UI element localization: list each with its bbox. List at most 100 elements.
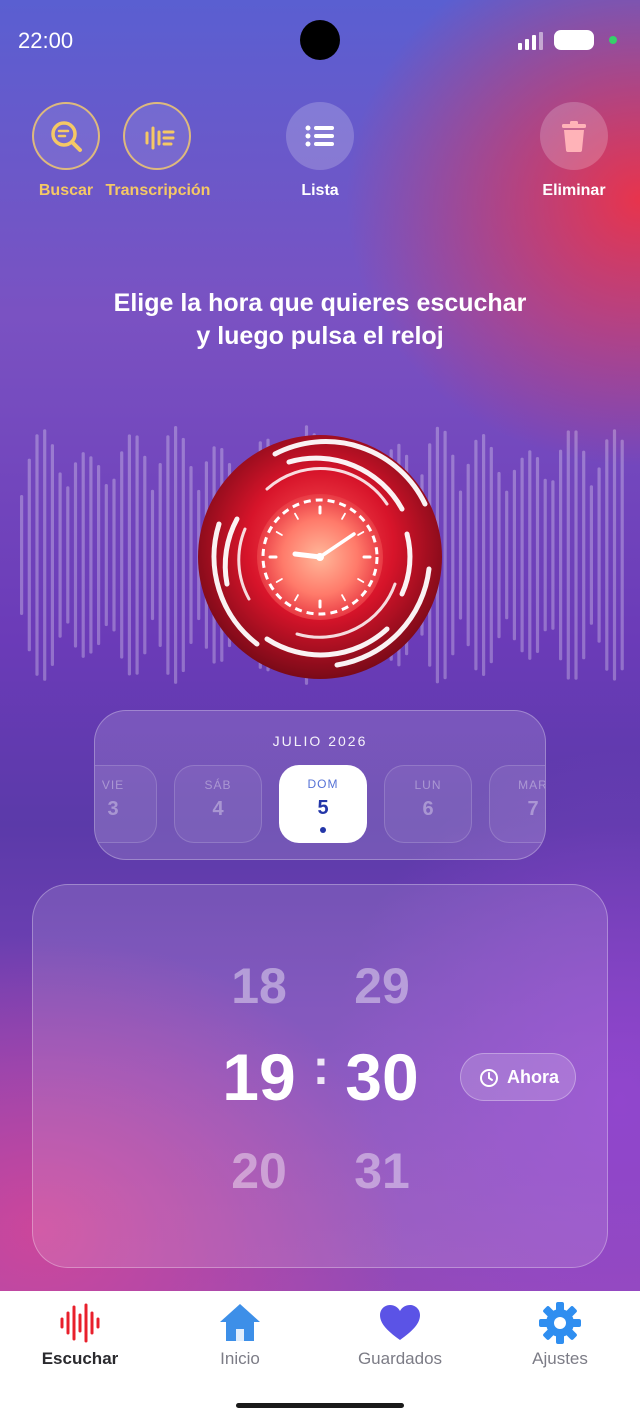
- date-selector: JULIO 2026 VIE 3 SÁB 4 DOM 5 LUN 6 MAR 7: [94, 710, 546, 860]
- waveform-bar: [489, 446, 493, 664]
- waveform-bar: [474, 439, 478, 671]
- waveform-bar: [174, 426, 178, 684]
- waveform-bar: [512, 469, 516, 641]
- waveform-bar: [535, 457, 540, 653]
- tab-home[interactable]: Inicio: [160, 1291, 320, 1381]
- battery-icon: [554, 30, 594, 50]
- waveform-bar: [104, 484, 108, 627]
- minute-next[interactable]: 31: [322, 1142, 442, 1200]
- waveform-bar: [158, 463, 162, 647]
- waveform-bar: [574, 430, 578, 680]
- clock-small-icon: [480, 1069, 498, 1087]
- instruction-line-1: Elige la hora que quieres escuchar: [113, 289, 527, 317]
- transcription-icon: [145, 126, 175, 150]
- tab-listen[interactable]: Escuchar: [0, 1291, 160, 1381]
- minute-selected[interactable]: 30: [322, 1039, 442, 1115]
- waveform-bar: [127, 434, 131, 676]
- waveform-bar: [143, 455, 147, 655]
- delete-label: Eliminar: [542, 182, 606, 199]
- tab-settings-label: Ajustes: [532, 1349, 588, 1368]
- tab-saved[interactable]: Guardados: [320, 1291, 480, 1381]
- waveform-bar: [497, 471, 501, 639]
- day-item[interactable]: SÁB 4: [174, 765, 262, 843]
- search-icon: [51, 121, 82, 152]
- waveform-bar: [443, 430, 447, 680]
- day-item[interactable]: MAR 7: [489, 765, 545, 843]
- search-label: Buscar: [38, 182, 94, 199]
- transcription-label: Transcripción: [105, 182, 211, 199]
- waveform-icon: [60, 1303, 100, 1343]
- waveform-bar: [81, 452, 85, 658]
- heart-icon: [380, 1305, 420, 1340]
- waveform-bar: [559, 449, 563, 661]
- list-label: Lista: [301, 182, 339, 199]
- search-button[interactable]: [32, 102, 100, 170]
- hour-prev[interactable]: 18: [199, 957, 319, 1015]
- transcription-button[interactable]: [123, 102, 191, 170]
- waveform-bar: [35, 434, 39, 676]
- now-label: Ahora: [507, 1067, 560, 1087]
- waveform-bar: [150, 489, 155, 621]
- listen-screen: 22:00 Buscar Transcripción Lista Elimina…: [0, 0, 640, 1422]
- trash-icon: [562, 121, 586, 152]
- instruction-text: Elige la hora que quieres escuchar y lue…: [0, 287, 640, 353]
- waveform-bar: [50, 444, 54, 666]
- home-icon: [220, 1304, 260, 1341]
- tab-home-label: Inicio: [220, 1349, 260, 1368]
- waveform-bar: [112, 478, 116, 632]
- waveform-bar: [543, 478, 547, 632]
- waveform-bar: [451, 454, 455, 656]
- waveform-bar: [605, 439, 609, 671]
- waveform-bar: [73, 462, 78, 648]
- waveform-bar: [466, 463, 470, 647]
- status-bar: 22:00: [0, 0, 640, 80]
- hour-selected[interactable]: 19: [199, 1039, 319, 1115]
- waveform-bar: [597, 467, 601, 643]
- waveform-bar: [66, 486, 70, 624]
- privacy-indicator: [609, 36, 617, 44]
- month-label: JULIO 2026: [272, 733, 368, 749]
- waveform-bar: [620, 439, 624, 671]
- waveform-bar: [135, 435, 139, 675]
- instruction-line-2: y luego pulsa el reloj: [196, 322, 444, 350]
- delete-button[interactable]: [540, 102, 608, 170]
- waveform-bar: [89, 456, 93, 654]
- waveform-bar: [20, 495, 24, 615]
- waveform-bar: [189, 466, 193, 644]
- waveform-bar: [520, 457, 524, 653]
- waveform-bar: [458, 490, 463, 620]
- waveform-bar: [97, 465, 101, 646]
- waveform-bar: [589, 485, 593, 625]
- now-button[interactable]: Ahora: [460, 1053, 576, 1101]
- tab-listen-label: Escuchar: [41, 1349, 119, 1368]
- minute-prev[interactable]: 29: [322, 957, 442, 1015]
- waveform-bar: [181, 437, 185, 673]
- gear-icon: [539, 1302, 581, 1344]
- list-button[interactable]: [286, 102, 354, 170]
- today-dot: [320, 827, 326, 833]
- day-item-selected[interactable]: DOM 5: [279, 765, 367, 843]
- hour-next[interactable]: 20: [199, 1142, 319, 1200]
- waveform-bar: [505, 490, 509, 620]
- waveform-bar: [58, 472, 62, 638]
- day-item[interactable]: LUN 6: [384, 765, 472, 843]
- waveform-bar: [612, 429, 617, 681]
- waveform-bar: [582, 450, 586, 660]
- tab-saved-label: Guardados: [357, 1349, 443, 1368]
- waveform-bar: [528, 450, 532, 660]
- waveform-bar: [120, 451, 124, 659]
- clock-icon: [198, 435, 442, 679]
- list-icon: [305, 125, 334, 147]
- signal-icon: [518, 32, 546, 50]
- waveform-bar: [566, 430, 570, 680]
- waveform-bar: [166, 435, 170, 675]
- time-picker: 18 29 19 : 30 20 31 Ahora: [32, 884, 608, 1268]
- waveform-bar: [43, 429, 47, 681]
- home-indicator: [236, 1403, 404, 1408]
- clock-play-button[interactable]: [197, 434, 443, 680]
- day-item[interactable]: VIE 3: [95, 765, 157, 843]
- waveform-bar: [482, 434, 486, 676]
- tab-settings[interactable]: Ajustes: [480, 1291, 640, 1381]
- waveform-bar: [27, 458, 31, 652]
- waveform-bar: [551, 480, 555, 630]
